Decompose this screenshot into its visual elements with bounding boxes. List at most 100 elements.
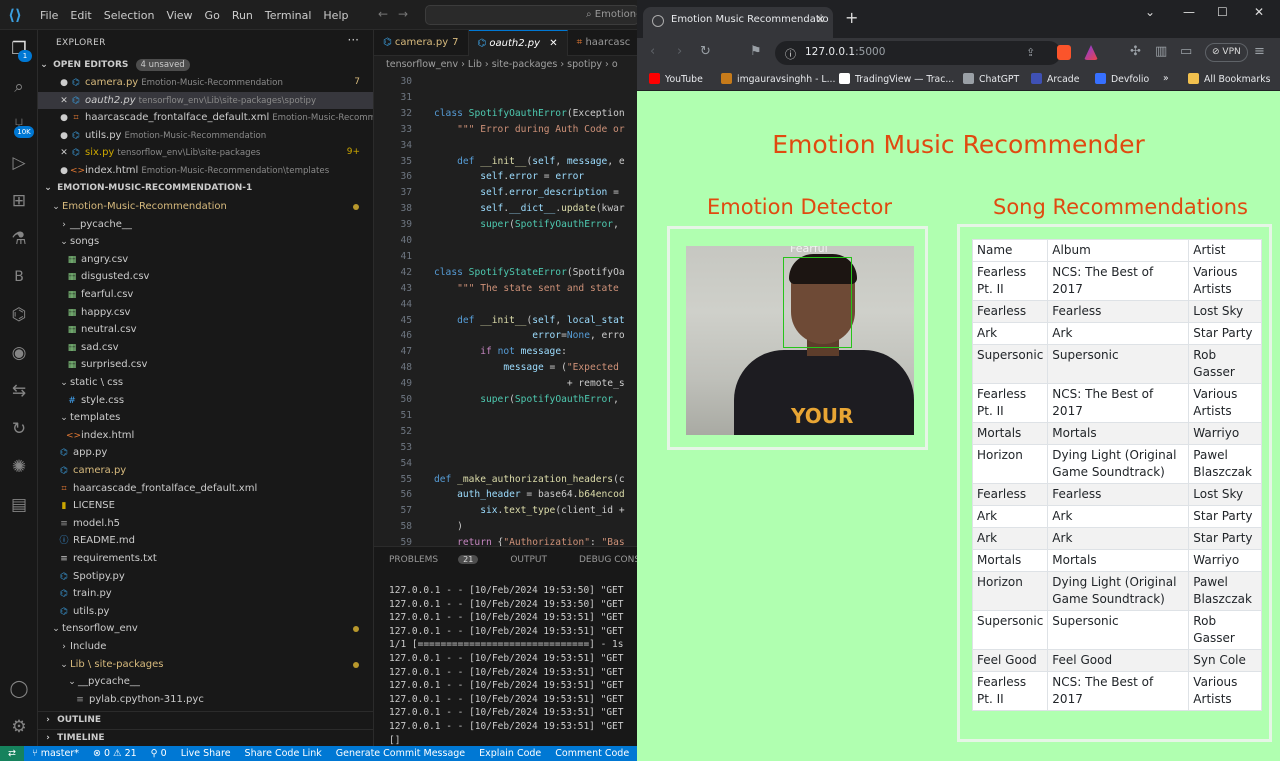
tree-item[interactable]: ⌬ camera.py [38, 462, 373, 480]
tree-item[interactable]: ⓘ README.md [38, 532, 373, 550]
breadcrumb[interactable]: tensorflow_env › Lib › site-packages › s… [386, 59, 618, 70]
menu-item-selection[interactable]: Selection [98, 9, 161, 22]
menu-item-go[interactable]: Go [199, 9, 226, 22]
account-icon[interactable]: ◯ [6, 676, 32, 702]
run-debug-icon[interactable]: ▷ [6, 150, 32, 176]
nav-arrows-icon[interactable]: ←→ [378, 7, 418, 21]
bookmark-2[interactable]: TradingView — Trac... [839, 73, 954, 85]
site-info-icon[interactable]: ⓘ [785, 46, 796, 62]
brave-rewards-icon[interactable] [1084, 45, 1098, 60]
more-actions-icon[interactable]: ··· [348, 33, 359, 47]
maximize-icon[interactable]: ☐ [1217, 5, 1228, 19]
tab-oauth2-py[interactable]: ⌬ oauth2.py ✕ [468, 30, 568, 56]
browser-tab-active[interactable]: Emotion Music Recommendatio ✕ [643, 7, 833, 38]
back-icon[interactable]: ‹ [650, 44, 655, 59]
status-item[interactable]: Share Code Link [245, 748, 322, 759]
comments-icon[interactable]: ▤ [6, 492, 32, 518]
vpn-button[interactable]: ⊘ VPN [1205, 43, 1248, 62]
tree-item[interactable]: ▦ surprised.csv [38, 356, 373, 374]
outline-section[interactable]: › OUTLINE [38, 711, 373, 729]
testing-icon[interactable]: ⚗ [6, 226, 32, 252]
open-editor-item[interactable]: ✕ ⌬ six.py tensorflow_env\Lib\site-packages… [38, 144, 373, 163]
bookmark-3[interactable]: ChatGPT [963, 73, 1019, 85]
open-editor-item[interactable]: ● ⌗ haarcascade_frontalface_default.xml Emo… [38, 109, 373, 128]
close-window-icon[interactable]: ✕ [1254, 5, 1264, 19]
close-icon[interactable]: ✕ [58, 93, 70, 111]
panel-tab-debug-console[interactable]: DEBUG CONSOLE [579, 555, 638, 566]
unsaved-dot-icon[interactable]: ● [58, 163, 70, 181]
tree-item[interactable]: ⌄ templates [38, 409, 373, 427]
remote-explorer-icon[interactable]: ⇆ [6, 378, 32, 404]
open-editor-item[interactable]: ● <>index.html Emotion-Music-Recommendatio… [38, 162, 373, 181]
reload-icon[interactable]: ↻ [700, 44, 711, 59]
extensions-puzzle-icon[interactable]: ✣ [1130, 44, 1141, 59]
github-icon[interactable]: ◉ [6, 340, 32, 366]
close-icon[interactable]: ✕ [546, 38, 557, 49]
new-tab-icon[interactable]: + [845, 8, 858, 27]
bookmark-icon[interactable]: ⚑ [750, 44, 762, 59]
tree-item[interactable]: ≡ requirements.txt [38, 550, 373, 568]
tab-search-icon[interactable]: ⌄ [1145, 5, 1155, 19]
menu-item-help[interactable]: Help [317, 9, 354, 22]
tree-item[interactable]: ≡ pylab.cpython-311.pyc [38, 691, 373, 709]
tree-item[interactable]: ⌄ Lib \ site-packages [38, 656, 373, 674]
panel-tab-output[interactable]: OUTPUT [510, 555, 563, 566]
tree-item[interactable]: ⌬ app.py [38, 444, 373, 462]
status-item[interactable]: Live Share [181, 748, 231, 759]
tree-item[interactable]: ⌄ static \ css [38, 374, 373, 392]
unsaved-dot-icon[interactable]: ● [58, 110, 70, 128]
tree-item[interactable]: ▦ disgusted.csv [38, 268, 373, 286]
open-editor-item[interactable]: ✕ ⌬ oauth2.py tensorflow_env\Lib\site-packa… [38, 91, 373, 111]
tree-item[interactable]: <>index.html [38, 427, 373, 445]
menu-item-terminal[interactable]: Terminal [259, 9, 318, 22]
remote-indicator-icon[interactable]: ⇄ [0, 746, 24, 761]
chatgpt-icon[interactable]: ✺ [6, 454, 32, 480]
live-share-icon[interactable]: ↻ [6, 416, 32, 442]
timeline-section[interactable]: › TIMELINE [38, 729, 373, 746]
open-editor-item[interactable]: ● ⌬ camera.py Emotion-Music-Recommendation 7 [38, 74, 373, 93]
tree-item[interactable]: ⌬ utils.py [38, 603, 373, 621]
all-bookmarks[interactable]: All Bookmarks [1188, 73, 1270, 85]
bookmark-5[interactable]: Devfolio [1095, 73, 1149, 85]
search-icon[interactable]: ⌕ [6, 74, 32, 100]
menu-item-edit[interactable]: Edit [64, 9, 97, 22]
tree-item[interactable]: ⌄ tensorflow_env [38, 620, 373, 638]
bookmark-1[interactable]: imgauravsinghh - L... [721, 73, 835, 85]
more-bookmarks-icon[interactable]: » [1163, 73, 1169, 84]
tree-item[interactable]: › Include [38, 638, 373, 656]
sidebar-toggle-icon[interactable]: ▥ [1155, 44, 1167, 59]
bookmark-0[interactable]: YouTube [649, 73, 703, 85]
bookmark-4[interactable]: Arcade [1031, 73, 1079, 85]
command-center[interactable]: ⌕ Emotion- [425, 5, 639, 25]
status-item[interactable]: Generate Commit Message [336, 748, 465, 759]
tree-item[interactable]: ▦ angry.csv [38, 251, 373, 269]
open-editor-item[interactable]: ● ⌬ utils.py Emotion-Music-Recommendation [38, 127, 373, 146]
panel-tab-problems[interactable]: PROBLEMS 21 [389, 555, 494, 566]
tree-item[interactable]: # style.css [38, 392, 373, 410]
branch-status[interactable]: ⑂ master* [32, 748, 79, 759]
share-icon[interactable]: ⇪ [1026, 46, 1035, 59]
tree-item[interactable]: ⌬ Spotipy.py [38, 568, 373, 586]
tree-item[interactable]: ▦ sad.csv [38, 339, 373, 357]
tree-item[interactable]: ▦ fearful.csv [38, 286, 373, 304]
tab-camera-py[interactable]: ⌬ camera.py 7 [374, 30, 469, 56]
tree-item[interactable]: ⌬ train.py [38, 585, 373, 603]
b-extension-icon[interactable]: B [6, 264, 32, 290]
tree-item[interactable]: ▦ neutral.csv [38, 321, 373, 339]
menu-item-view[interactable]: View [160, 9, 198, 22]
extensions-icon[interactable]: ⊞ [6, 188, 32, 214]
unsaved-dot-icon[interactable]: ● [58, 128, 70, 146]
tab-haarcasc[interactable]: ⌗ haarcasc [568, 30, 638, 56]
wallet-icon[interactable]: ▭ [1180, 44, 1192, 59]
close-tab-icon[interactable]: ✕ [816, 13, 825, 26]
address-bar[interactable]: ⓘ 127.0.0.1:5000 [775, 41, 1061, 65]
tree-item[interactable]: ▦ happy.csv [38, 304, 373, 322]
close-icon[interactable]: ✕ [58, 145, 70, 163]
tree-item[interactable]: ⌄ Emotion-Music-Recommendation [38, 198, 373, 216]
menu-item-file[interactable]: File [34, 9, 64, 22]
tree-item[interactable]: ⌗ haarcascade_frontalface_default.xml [38, 480, 373, 498]
problems-status[interactable]: ⊗ 0 ⚠ 21 [93, 748, 137, 759]
unsaved-dot-icon[interactable]: ● [58, 75, 70, 93]
minimize-icon[interactable]: — [1183, 5, 1195, 19]
status-item[interactable]: Explain Code [479, 748, 541, 759]
